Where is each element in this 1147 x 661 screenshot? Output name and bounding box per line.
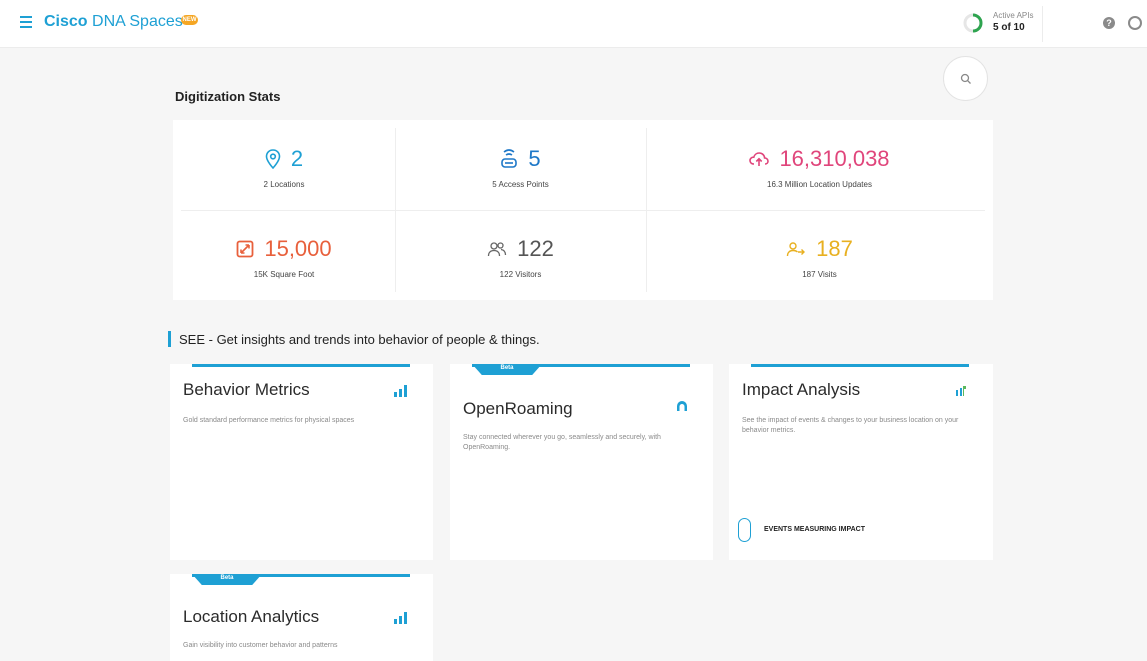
app-card-title: Location Analytics xyxy=(183,607,320,626)
top-header: Cisco DNA Spaces NEW Active APIs 5 of 10… xyxy=(0,0,1147,48)
cloud-upload-icon xyxy=(749,152,770,166)
access-point-icon xyxy=(501,149,518,168)
app-card-title: Impact Analysis xyxy=(742,380,861,399)
stat-label: 5 Access Points xyxy=(492,180,549,189)
brand-name-rest: DNA Spaces xyxy=(87,13,183,30)
stat-location-updates[interactable]: 16,310,038 16.3 Million Location Updates xyxy=(646,120,993,210)
stat-label: 15K Square Foot xyxy=(253,270,315,279)
card-accent-line xyxy=(751,364,969,367)
digitization-stats-card: 2 2 Locations 5 5 Access Points 16,310,0… xyxy=(173,120,993,300)
brand-badge: NEW xyxy=(181,15,198,25)
search-icon xyxy=(960,73,971,84)
stat-label: 2 Locations xyxy=(263,180,305,189)
card-accent-line xyxy=(192,364,410,367)
stat-value: 122 xyxy=(517,236,554,261)
openroaming-icon xyxy=(677,401,687,411)
api-progress-ring-icon xyxy=(963,13,983,33)
stats-section-title: Digitization Stats xyxy=(175,89,281,104)
beta-badge: Beta xyxy=(192,574,262,585)
stat-value: 187 xyxy=(816,236,853,261)
stat-label: 187 Visits xyxy=(802,270,837,279)
brand-name-bold: Cisco xyxy=(44,13,88,30)
app-card-description: Gain visibility into customer behavior a… xyxy=(183,642,338,649)
stat-locations[interactable]: 2 2 Locations xyxy=(173,120,395,210)
flag-chart-icon xyxy=(956,386,966,396)
help-icon[interactable]: ? xyxy=(1103,17,1115,29)
user-account-icon[interactable] xyxy=(1128,16,1142,30)
stat-square-foot[interactable]: 15,000 15K Square Foot xyxy=(173,210,395,300)
app-card-description: See the impact of events & changes to yo… xyxy=(742,417,959,434)
stat-label: 122 Visitors xyxy=(499,270,542,279)
stat-value: 15,000 xyxy=(264,236,332,261)
active-apis-widget[interactable]: Active APIs 5 of 10 xyxy=(955,6,1043,42)
stat-label: 16.3 Million Location Updates xyxy=(767,180,872,189)
app-card-description: Stay connected wherever you go, seamless… xyxy=(463,434,661,451)
visitors-icon xyxy=(487,242,507,257)
stat-visits[interactable]: 187 187 Visits xyxy=(646,210,993,300)
visits-icon xyxy=(786,242,806,257)
api-label: Active APIs xyxy=(993,11,1034,20)
bar-chart-icon xyxy=(394,385,408,397)
app-card-location-analytics[interactable]: Beta Location Analytics Gain visibility … xyxy=(170,574,433,661)
stat-access-points[interactable]: 5 5 Access Points xyxy=(395,120,646,210)
location-pin-icon xyxy=(265,149,281,169)
beta-badge: Beta xyxy=(472,364,542,375)
bar-chart-icon xyxy=(394,612,408,624)
app-card-title: OpenRoaming xyxy=(463,399,573,418)
events-measuring-impact-label: EVENTS MEASURING IMPACT xyxy=(764,526,865,533)
hamburger-menu-icon[interactable] xyxy=(20,16,32,28)
app-card-behavior-metrics[interactable]: Behavior Metrics Gold standard performan… xyxy=(170,364,433,560)
brand-logo[interactable]: Cisco DNA Spaces xyxy=(44,13,183,31)
events-count-oval xyxy=(738,518,751,542)
search-button[interactable] xyxy=(943,56,988,101)
stat-value: 16,310,038 xyxy=(779,146,890,171)
app-card-title: Behavior Metrics xyxy=(183,380,310,399)
stat-visitors[interactable]: 122 122 Visitors xyxy=(395,210,646,300)
see-section-title: SEE - Get insights and trends into behav… xyxy=(179,332,540,347)
section-accent-bar xyxy=(168,331,171,347)
api-count: 5 of 10 xyxy=(993,22,1025,33)
app-card-openroaming[interactable]: Beta OpenRoaming Stay connected wherever… xyxy=(450,364,713,560)
stat-value: 5 xyxy=(528,146,541,171)
square-area-icon xyxy=(236,240,254,258)
app-card-description: Gold standard performance metrics for ph… xyxy=(183,417,355,424)
stat-value: 2 xyxy=(290,146,304,171)
